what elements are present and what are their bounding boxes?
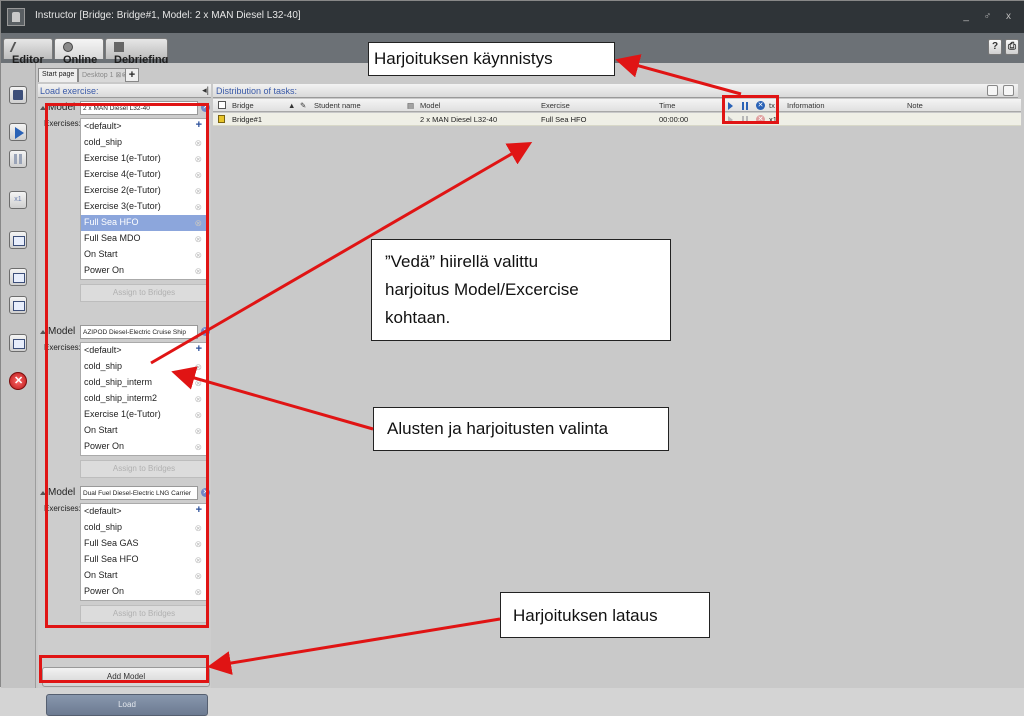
cell-model: 2 x MAN Diesel L32-40 [420,115,498,124]
report-icon [114,42,124,52]
load-exercise-title: Load exercise: [40,86,99,96]
pencil-icon [9,42,19,52]
callout-drag: ”Vedä” hiirellä valittu harjoitus Model/… [371,239,671,341]
print-button[interactable]: ⎙ [1005,39,1019,55]
globe-icon [63,42,73,52]
title-bar: Instructor [Bridge: Bridge#1, Model: 2 x… [1,1,1024,33]
pause-icon[interactable] [9,150,27,168]
window-title: Instructor [Bridge: Bridge#1, Model: 2 x… [35,10,301,21]
callout-drag-line-2: harjoitus Model/Excercise [385,280,579,299]
load-highlight-box [39,655,209,683]
select-all-checkbox[interactable] [218,101,226,109]
tab-editor[interactable]: Editor [3,38,53,66]
callout-drag-line-1: ”Vedä” hiirellä valittu [385,252,539,271]
stop-icon[interactable] [9,372,27,390]
app-icon [7,8,25,26]
callout-drag-line-3: kohtaan. [385,308,451,327]
callout-load: Harjoituksen lataus [500,592,710,638]
left-toolbar: x1 [1,63,36,688]
col-note[interactable]: Note [907,101,923,110]
add-desktop-button[interactable]: + [125,68,139,82]
callout-start: Harjoituksen käynnistys [368,42,615,76]
col-model[interactable]: Model [420,101,440,110]
save-icon[interactable] [9,86,27,104]
pin-icon[interactable]: ◂| [202,85,209,96]
refresh-icon[interactable] [1003,85,1014,96]
tab-start-page[interactable]: Start page [38,68,79,82]
instructor-window: Instructor [Bridge: Bridge#1, Model: 2 x… [0,0,1024,716]
lock-icon[interactable] [987,85,998,96]
tab-desktop-1-label: Desktop 1 [82,72,114,79]
col-time[interactable]: Time [659,101,675,110]
sort-asc-icon[interactable]: ▲ [288,101,295,110]
copy-icon[interactable] [9,296,27,314]
tab-desktop-1[interactable]: Desktop 1 ⊠⊗ [78,68,132,82]
window-controls[interactable]: _ ♂ x [963,11,1017,22]
col-student-name[interactable]: Student name [314,101,361,110]
play-icon[interactable] [9,123,27,141]
model-column-icon: ▤ [407,101,415,110]
messages-icon[interactable] [9,268,27,286]
snapshot-icon[interactable] [9,231,27,249]
col-bridge[interactable]: Bridge [232,101,254,110]
col-exercise[interactable]: Exercise [541,101,570,110]
edit-icon: ✎ [300,101,307,110]
distribution-header: Distribution of tasks: [213,84,1018,98]
log-icon[interactable] [9,334,27,352]
col-information[interactable]: Information [787,101,825,110]
load-exercise-header: Load exercise: ◂| [38,84,211,98]
tab-online[interactable]: Online [54,38,104,66]
speed-icon[interactable]: x1 [9,191,27,209]
table-header: Bridge ▲ ✎ Student name ▤ Model Exercise… [213,99,1021,112]
table-row[interactable]: Bridge#1 2 x MAN Diesel L32-40 Full Sea … [213,113,1021,126]
cell-bridge: Bridge#1 [232,115,263,124]
cell-exercise: Full Sea HFO [541,115,587,124]
models-highlight-box [45,103,209,628]
bridge-status-icon [218,115,225,123]
help-button[interactable]: ? [988,39,1002,55]
callout-select: Alusten ja harjoitusten valinta [373,407,669,451]
load-button[interactable]: Load [46,694,208,716]
start-controls-highlight-box [722,95,779,124]
distribution-title: Distribution of tasks: [216,86,298,96]
tab-debriefing[interactable]: Debriefing [105,38,168,66]
cell-time: 00:00:00 [659,115,689,124]
